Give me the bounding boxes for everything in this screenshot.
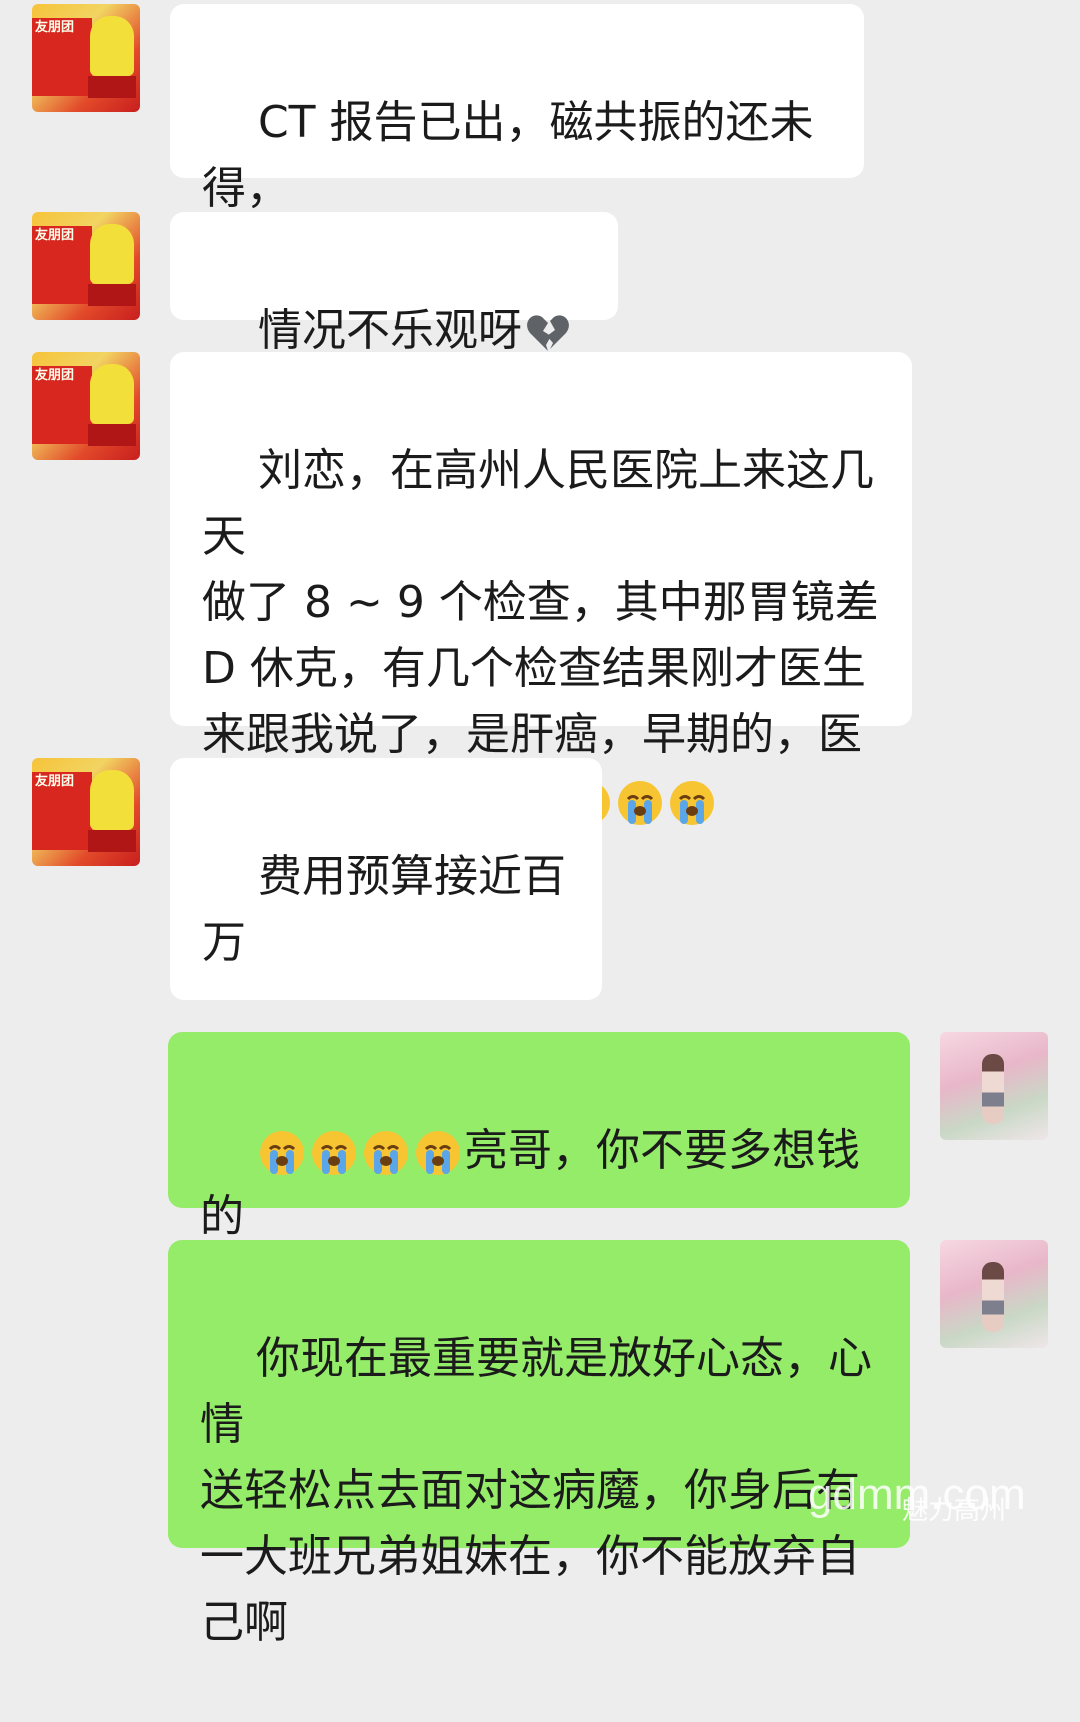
message-bubble[interactable]: 亮哥，你不要多想钱的 事，我们来帮你想办法 bbox=[168, 1032, 910, 1308]
message-bubble[interactable]: 费用预算接近百万 我值吗？真的心碎 bbox=[170, 758, 602, 1100]
sender-avatar[interactable]: 友朋团 bbox=[32, 4, 140, 112]
loudly-crying-icon bbox=[259, 1131, 304, 1175]
self-avatar[interactable] bbox=[940, 1240, 1048, 1348]
loudly-crying-icon bbox=[670, 781, 714, 825]
broken-heart-icon bbox=[527, 315, 569, 351]
message-bubble[interactable]: 情况不乐观呀 bbox=[170, 212, 618, 417]
sender-avatar[interactable]: 友朋团 bbox=[32, 212, 140, 320]
message-bubble[interactable]: 刘恋，在高州人民医院上来这几天 做了 8 ~ 9 个检查，其中那胃镜差 D 休克… bbox=[170, 352, 912, 826]
self-avatar[interactable] bbox=[940, 1032, 1048, 1140]
sender-avatar[interactable]: 友朋团 bbox=[32, 352, 140, 460]
loudly-crying-icon bbox=[311, 1131, 356, 1175]
message-bubble[interactable]: CT 报告已出，磁共振的还未得， 应该明天吧 bbox=[170, 4, 864, 280]
loudly-crying-icon bbox=[363, 1131, 408, 1175]
account-watermark: 魅力高州 bbox=[902, 1496, 1007, 1526]
loudly-crying-icon bbox=[618, 781, 662, 825]
message-text: 情况不乐观呀 bbox=[257, 305, 522, 356]
message-bubble[interactable]: 你现在最重要就是放好心态，心情 送轻松点去面对这病魔，你身后有 一大班兄弟姐妹在… bbox=[168, 1240, 910, 1648]
loudly-crying-icon bbox=[415, 1131, 460, 1175]
sender-avatar[interactable]: 友朋团 bbox=[32, 758, 140, 866]
message-text: 你现在最重要就是放好心态，心情 送轻松点去面对这病魔，你身后有 一大班兄弟姐妹在… bbox=[200, 1333, 872, 1648]
